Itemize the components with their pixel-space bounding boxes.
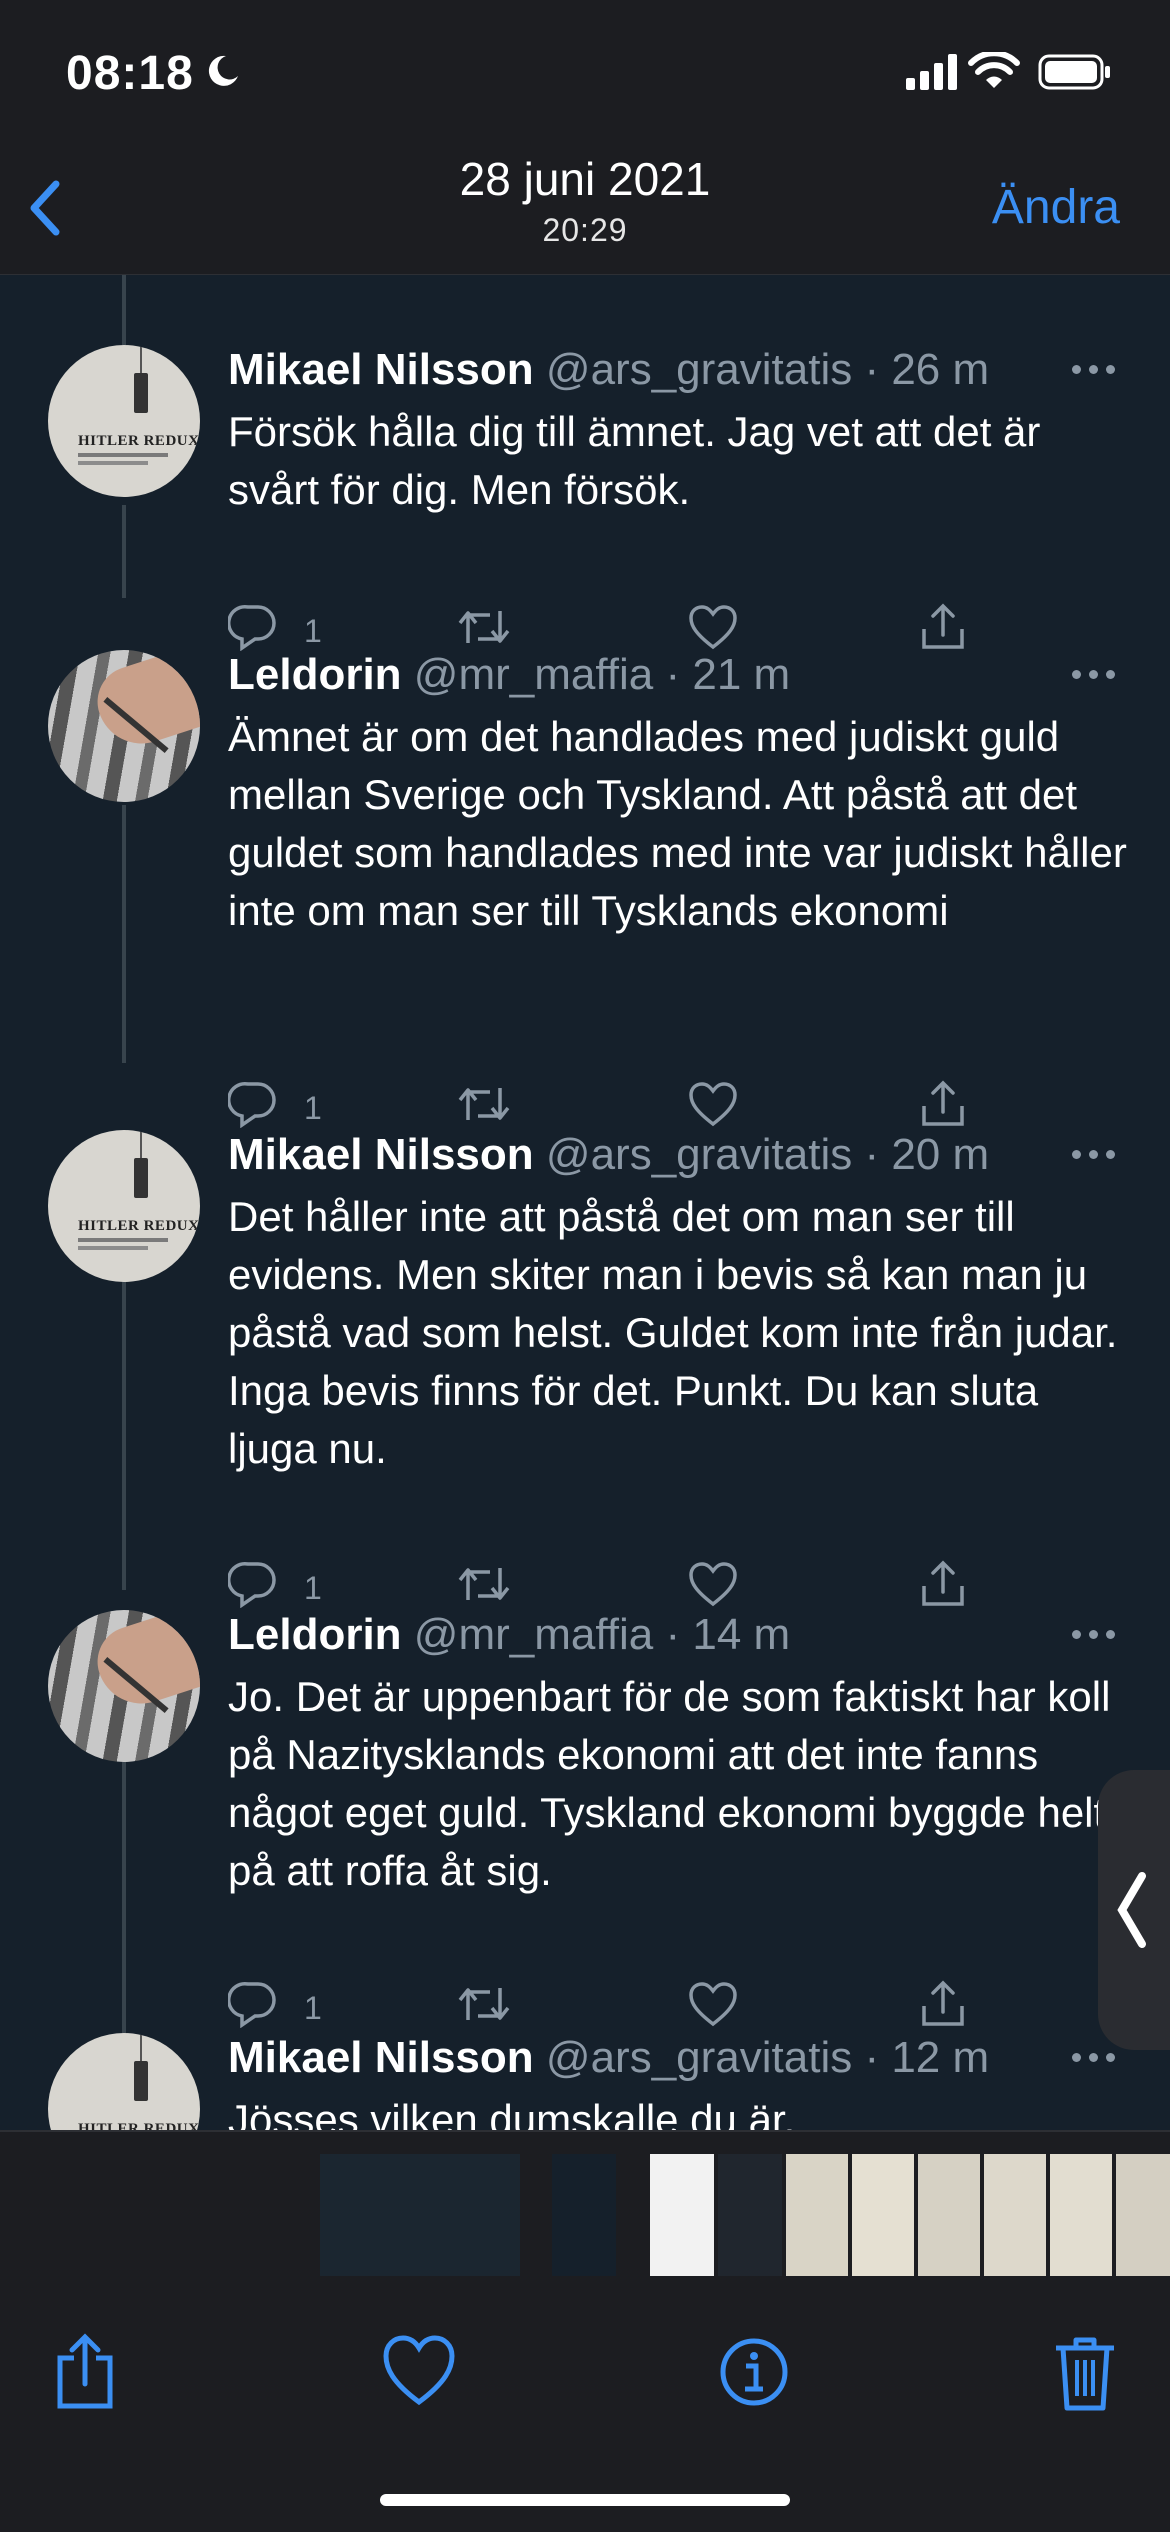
avatar[interactable] <box>48 1610 200 1762</box>
author-name[interactable]: Leldorin <box>228 1610 402 1659</box>
tweet-author-line: Mikael Nilsson @ars_gravitatis · 20 m <box>228 1130 989 1180</box>
tweet-actions: 1 <box>226 603 988 656</box>
tweet-meta: @ars_gravitatis · 26 m <box>545 345 990 394</box>
tweet-author-line: Leldorin @mr_maffia · 21 m <box>228 650 790 700</box>
reply-icon[interactable] <box>226 603 278 656</box>
filmstrip-thumbnail[interactable] <box>650 2154 714 2276</box>
reply-count: 1 <box>304 613 322 649</box>
retweet-icon[interactable] <box>456 1080 512 1133</box>
thread-line <box>122 505 126 598</box>
wifi-icon <box>968 52 1020 88</box>
tweet-text: Det håller inte att påstå det om man ser… <box>228 1193 1118 1472</box>
side-drawer-handle[interactable] <box>1098 1770 1170 2050</box>
retweet-icon[interactable] <box>456 1980 512 2033</box>
author-name[interactable]: Mikael Nilsson <box>228 1130 534 1179</box>
tweet-meta: @ars_gravitatis · 12 m <box>545 2033 990 2082</box>
retweet-icon[interactable] <box>456 603 512 656</box>
tweet-actions: 1 <box>226 1980 988 2033</box>
filmstrip-thumbnail[interactable] <box>552 2154 616 2276</box>
more-icon[interactable] <box>1072 2053 1116 2065</box>
thread-line <box>122 275 126 345</box>
retweet-icon[interactable] <box>456 1560 512 1613</box>
filmstrip-thumbnail[interactable] <box>786 2154 848 2276</box>
heart-icon[interactable] <box>688 603 738 656</box>
heart-icon[interactable] <box>688 1980 738 2033</box>
filmstrip-thumbnail[interactable] <box>1050 2154 1112 2276</box>
filmstrip-thumbnail[interactable] <box>1116 2154 1170 2276</box>
heart-icon[interactable] <box>688 1560 738 1613</box>
moon-icon <box>208 55 238 86</box>
tweet-meta: @mr_maffia · 21 m <box>413 650 791 699</box>
tweet-author-line: Leldorin @mr_maffia · 14 m <box>228 1610 790 1660</box>
reply-icon[interactable] <box>226 1080 278 1133</box>
cellular-signal-icon <box>906 54 957 90</box>
reply-count: 1 <box>304 1090 322 1126</box>
tweet-text: Ämnet är om det handlades med judiskt gu… <box>228 713 1127 934</box>
avatar[interactable]: HITLER REDUX <box>48 1130 200 1282</box>
more-icon[interactable] <box>1072 670 1116 682</box>
status-time: 08:18 <box>66 47 194 100</box>
tweet-author-line: Mikael Nilsson @ars_gravitatis · 12 m <box>228 2033 989 2083</box>
tweet-author-line: Mikael Nilsson @ars_gravitatis · 26 m <box>228 345 989 395</box>
filmstrip-thumbnail[interactable] <box>320 2154 520 2276</box>
filmstrip-thumbnail[interactable] <box>984 2154 1046 2276</box>
more-icon[interactable] <box>1072 1150 1116 1162</box>
nav-bar: 28 juni 2021 20:29 Ändra <box>0 140 1170 275</box>
avatar[interactable] <box>48 650 200 802</box>
share-icon[interactable] <box>918 1980 968 2033</box>
tweet-meta: @mr_maffia · 14 m <box>413 1610 791 1659</box>
thread-line <box>122 1280 126 1590</box>
share-icon[interactable] <box>918 1080 968 1133</box>
reply-count: 1 <box>304 1570 322 1606</box>
more-icon[interactable] <box>1072 1630 1116 1642</box>
tweet-actions: 1 <box>226 1080 988 1133</box>
home-indicator[interactable] <box>380 2494 790 2506</box>
share-icon[interactable] <box>918 603 968 656</box>
share-icon[interactable] <box>50 2332 120 2412</box>
heart-icon[interactable] <box>688 1080 738 1133</box>
thread-line <box>122 805 126 1063</box>
info-icon[interactable] <box>718 2332 790 2412</box>
avatar[interactable]: HITLER REDUX <box>48 2033 200 2130</box>
tweet-actions: 1 <box>226 1560 988 1613</box>
share-icon[interactable] <box>918 1560 968 1613</box>
reply-icon[interactable] <box>226 1560 278 1613</box>
tweet-text: Försök hålla dig till ämnet. Jag vet att… <box>228 408 1041 513</box>
avatar[interactable]: HITLER REDUX <box>48 345 200 497</box>
status-bar: 08:18 <box>0 0 1170 140</box>
edit-button[interactable]: Ändra <box>992 180 1120 235</box>
author-name[interactable]: Mikael Nilsson <box>228 2033 534 2082</box>
screenshot-photo: HITLER REDUX Mikael Nilsson @ars_gravita… <box>0 275 1170 2130</box>
heart-icon[interactable] <box>382 2332 456 2412</box>
chevron-left-icon <box>1117 1872 1146 1948</box>
filmstrip-thumbnail[interactable] <box>852 2154 914 2276</box>
filmstrip-thumbnail[interactable] <box>918 2154 980 2276</box>
tweet-meta: @ars_gravitatis · 20 m <box>545 1130 990 1179</box>
photo-filmstrip[interactable] <box>0 2132 1170 2292</box>
tweet-text: Jösses vilken dumskalle du är. <box>228 2096 796 2130</box>
trash-icon[interactable] <box>1050 2332 1120 2412</box>
author-name[interactable]: Mikael Nilsson <box>228 345 534 394</box>
reply-count: 1 <box>304 1990 322 2026</box>
battery-icon <box>1038 54 1110 90</box>
author-name[interactable]: Leldorin <box>228 650 402 699</box>
filmstrip-thumbnail[interactable] <box>718 2154 782 2276</box>
more-icon[interactable] <box>1072 365 1116 377</box>
reply-icon[interactable] <box>226 1980 278 2033</box>
tweet-text: Jo. Det är uppenbart för de som faktiskt… <box>228 1673 1111 1894</box>
